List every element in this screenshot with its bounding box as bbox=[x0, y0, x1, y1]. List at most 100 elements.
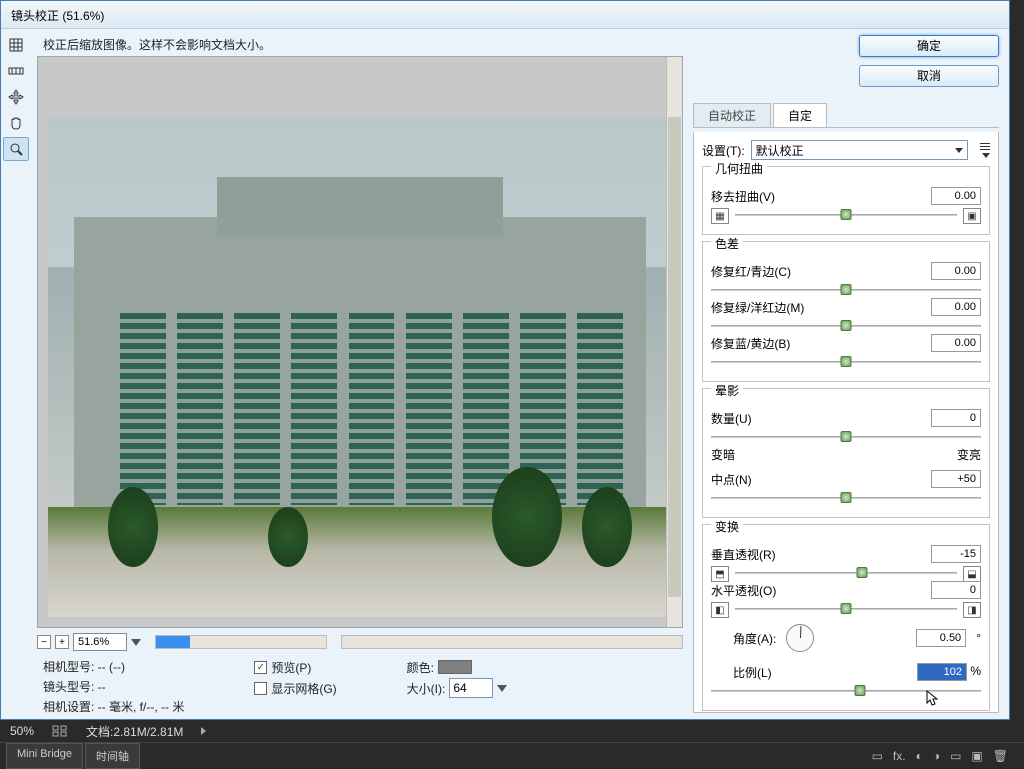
size-label: 大小(I): bbox=[407, 680, 446, 697]
by-slider[interactable] bbox=[711, 355, 981, 369]
tab-timeline[interactable]: 时间轴 bbox=[85, 743, 140, 769]
group-transform: 变换 垂直透视(R) ⬒ ⬓ 水平透视(O) ◧ ◨ 角度(A): bbox=[702, 524, 990, 711]
dialog-content: 校正后缩放图像。这样不会影响文档大小。 bbox=[1, 29, 1009, 719]
status-doc: 文档:2.81M/2.81M bbox=[86, 723, 183, 740]
horizontal-scrollbar[interactable] bbox=[155, 635, 327, 649]
group-chromatic: 色差 修复红/青边(C) 修复绿/洋红边(M) 修复蓝/黄边(B) bbox=[702, 241, 990, 382]
horizontal-scrollbar-2[interactable] bbox=[341, 635, 683, 649]
footer-new-icon[interactable]: ▣ bbox=[971, 749, 982, 763]
bottom-tabs: Mini Bridge 时间轴 ▭ fx. ◐ ◑ ▭ ▣ 🗑 bbox=[0, 742, 1024, 768]
right-panel: 确定 取消 自动校正 自定 设置(T): 默认校正 几何扭曲 移去扭曲(V) bbox=[689, 29, 1009, 719]
pincushion-icon: ▣ bbox=[963, 208, 981, 224]
cancel-button[interactable]: 取消 bbox=[859, 65, 999, 87]
footer-trash-icon[interactable]: 🗑 bbox=[993, 749, 1008, 763]
status-bar: 50% 文档:2.81M/2.81M bbox=[0, 720, 1024, 742]
amount-label: 数量(U) bbox=[711, 410, 752, 427]
status-zoom[interactable]: 50% bbox=[10, 724, 34, 738]
app-footer: 50% 文档:2.81M/2.81M Mini Bridge 时间轴 ▭ fx.… bbox=[0, 720, 1024, 768]
barrel-icon: ▦ bbox=[711, 208, 729, 224]
gm-slider[interactable] bbox=[711, 319, 981, 333]
camera-settings-label: 相机设置: -- 毫米, f/--, -- 米 bbox=[43, 698, 184, 715]
midpoint-input[interactable] bbox=[931, 470, 981, 488]
amount-input[interactable] bbox=[931, 409, 981, 427]
footer-icon-1[interactable]: ▭ bbox=[872, 749, 883, 763]
midpoint-slider[interactable] bbox=[711, 491, 981, 505]
lens-correction-dialog: 镜头校正 (51.6%) 校正后缩放图像。这样不会影响文档大小。 bbox=[0, 0, 1010, 720]
preview-image bbox=[48, 117, 672, 617]
footer-mask-icon[interactable]: ◐ bbox=[916, 749, 923, 763]
vpersp-slider[interactable] bbox=[735, 566, 957, 580]
dark-label: 变暗 bbox=[711, 446, 735, 463]
camera-model-label: 相机型号: -- (--) bbox=[43, 658, 184, 675]
footer-adjust-icon[interactable]: ◑ bbox=[933, 749, 940, 763]
chevron-down-icon bbox=[955, 148, 963, 153]
hpersp-left-icon: ◧ bbox=[711, 602, 729, 618]
grid-checkbox[interactable] bbox=[254, 682, 267, 695]
by-label: 修复蓝/黄边(B) bbox=[711, 335, 790, 352]
hpersp-label: 水平透视(O) bbox=[711, 582, 776, 599]
tab-auto[interactable]: 自动校正 bbox=[693, 103, 771, 127]
gm-input[interactable] bbox=[931, 298, 981, 316]
scale-input[interactable] bbox=[917, 663, 967, 681]
hpersp-slider[interactable] bbox=[735, 602, 957, 616]
hpersp-input[interactable] bbox=[931, 581, 981, 599]
angle-input[interactable] bbox=[916, 629, 966, 647]
ok-button[interactable]: 确定 bbox=[859, 35, 999, 57]
scale-label: 比例(L) bbox=[733, 664, 772, 681]
panel-menu-icon[interactable] bbox=[974, 143, 990, 158]
light-label: 变亮 bbox=[957, 446, 981, 463]
tab-mini-bridge[interactable]: Mini Bridge bbox=[6, 743, 83, 769]
color-label: 颜色: bbox=[407, 659, 434, 676]
zoom-in-button[interactable]: + bbox=[55, 635, 69, 649]
remove-distortion-label: 移去扭曲(V) bbox=[711, 188, 775, 205]
vpersp-label: 垂直透视(R) bbox=[711, 546, 776, 563]
footer-folder-icon[interactable]: ▭ bbox=[950, 749, 961, 763]
hint-text: 校正后缩放图像。这样不会影响文档大小。 bbox=[37, 33, 683, 56]
zoom-input[interactable] bbox=[73, 633, 127, 651]
info-row: 相机型号: -- (--) 镜头型号: -- 相机设置: -- 毫米, f/--… bbox=[37, 654, 683, 715]
angle-unit: ° bbox=[976, 631, 981, 645]
angle-label: 角度(A): bbox=[733, 630, 776, 647]
group-vignette-title: 晕影 bbox=[711, 382, 743, 399]
grid-color-swatch[interactable] bbox=[438, 660, 472, 674]
dialog-title: 镜头校正 (51.6%) bbox=[1, 1, 1009, 29]
rc-slider[interactable] bbox=[711, 283, 981, 297]
angle-dial[interactable] bbox=[786, 624, 814, 652]
amount-slider[interactable] bbox=[711, 430, 981, 444]
group-geometric-title: 几何扭曲 bbox=[711, 160, 767, 177]
straighten-tool-icon[interactable] bbox=[3, 59, 29, 83]
zoom-menu-icon[interactable] bbox=[131, 639, 141, 646]
lens-model-label: 镜头型号: -- bbox=[43, 678, 184, 695]
preview-canvas[interactable] bbox=[37, 56, 683, 628]
vpersp-input[interactable] bbox=[931, 545, 981, 563]
footer-icons: ▭ fx. ◐ ◑ ▭ ▣ 🗑 bbox=[862, 749, 1018, 763]
remove-distortion-tool-icon[interactable] bbox=[3, 33, 29, 57]
settings-label: 设置(T): bbox=[702, 142, 745, 159]
expose-icon[interactable] bbox=[52, 725, 68, 737]
preview-checkbox[interactable]: ✓ bbox=[254, 661, 267, 674]
by-input[interactable] bbox=[931, 334, 981, 352]
footer-fx-icon[interactable]: fx. bbox=[893, 749, 906, 763]
vertical-scrollbar[interactable] bbox=[666, 57, 682, 627]
preview-label: 预览(P) bbox=[271, 659, 311, 676]
center-area: 校正后缩放图像。这样不会影响文档大小。 bbox=[31, 29, 689, 719]
status-arrow-icon[interactable] bbox=[201, 727, 206, 735]
gm-label: 修复绿/洋红边(M) bbox=[711, 299, 804, 316]
hand-tool-icon[interactable] bbox=[3, 111, 29, 135]
group-geometric: 几何扭曲 移去扭曲(V) ▦ ▣ bbox=[702, 166, 990, 235]
remove-distortion-slider[interactable] bbox=[735, 208, 957, 222]
rc-input[interactable] bbox=[931, 262, 981, 280]
tool-strip bbox=[1, 29, 31, 719]
grid-size-input[interactable] bbox=[449, 678, 493, 698]
grid-label: 显示网格(G) bbox=[271, 680, 336, 697]
vpersp-bottom-icon: ⬓ bbox=[963, 566, 981, 582]
size-dropdown-icon[interactable] bbox=[497, 685, 507, 692]
scale-slider[interactable] bbox=[711, 684, 981, 698]
zoom-tool-icon[interactable] bbox=[3, 137, 29, 161]
midpoint-label: 中点(N) bbox=[711, 471, 752, 488]
zoom-out-button[interactable]: − bbox=[37, 635, 51, 649]
tab-custom[interactable]: 自定 bbox=[773, 103, 827, 127]
move-grid-tool-icon[interactable] bbox=[3, 85, 29, 109]
remove-distortion-input[interactable] bbox=[931, 187, 981, 205]
settings-dropdown[interactable]: 默认校正 bbox=[751, 140, 968, 160]
